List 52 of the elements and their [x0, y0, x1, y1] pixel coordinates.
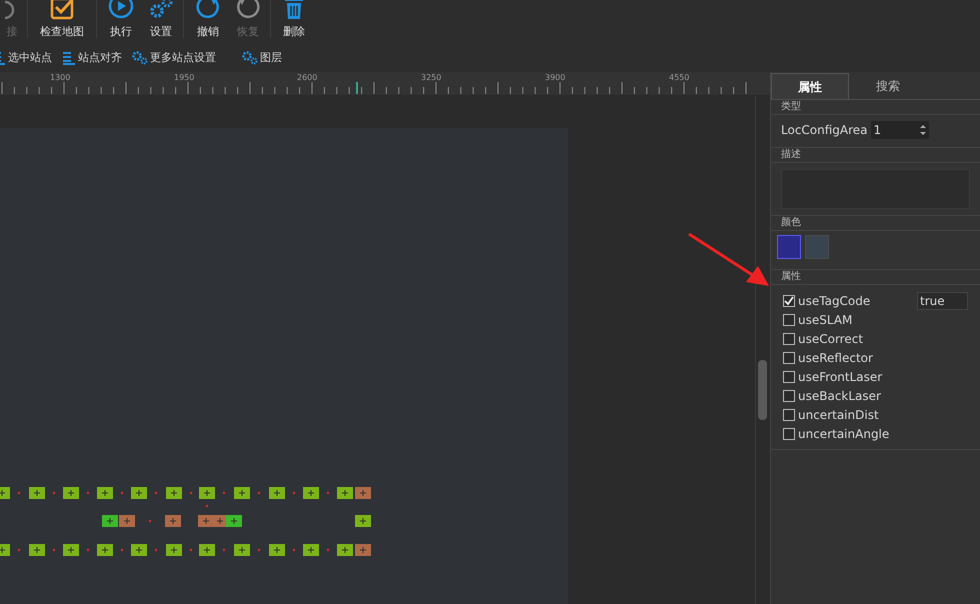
ruler-label: 3250 [421, 72, 442, 84]
checkbox-icon [49, 0, 75, 20]
toolbar-button[interactable]: 图层 [242, 50, 282, 66]
property-label: useSLAM [798, 312, 854, 328]
check-icon [784, 296, 794, 306]
ruler-label: 3900 [545, 72, 566, 84]
play-icon [108, 0, 134, 20]
panel-tab[interactable]: 属性 [771, 73, 849, 99]
list-icon [62, 51, 76, 65]
property-label: uncertainDist [798, 406, 880, 424]
property-label: useBackLaser [798, 388, 882, 404]
section-header: 描述 [771, 147, 980, 163]
property-label: useTagCode [798, 292, 872, 310]
section-header: 属性 [771, 269, 980, 285]
ruler-label: 1300 [50, 72, 70, 84]
ruler-label: 1950 [174, 72, 194, 84]
toolbar-button[interactable]: 删除 [274, 0, 314, 38]
gears-icon [132, 51, 148, 65]
undo-icon [195, 0, 221, 20]
toolbar-button[interactable]: 选中站点 [0, 50, 52, 66]
gears-icon [148, 0, 174, 20]
toolbar-button[interactable]: 更多站点设置 [132, 50, 216, 66]
ruler-label: 4550 [669, 72, 690, 84]
value-field[interactable]: true [917, 292, 968, 310]
property-label: uncertainAngle [798, 426, 890, 442]
property-checkbox[interactable] [783, 390, 795, 402]
property-label: useReflector [798, 350, 874, 366]
section-header: 颜色 [771, 215, 980, 231]
toolbar-button[interactable]: 站点对齐 [62, 50, 122, 66]
property-checkbox[interactable] [783, 314, 795, 326]
section-header: 类型 [771, 100, 980, 115]
type-label: LocConfigArea [781, 122, 868, 139]
toolbar-button[interactable]: 执行 [100, 0, 142, 38]
toolbar-button[interactable]: 撤销 [187, 0, 229, 38]
ruler-label: 2600 [297, 72, 318, 84]
property-checkbox[interactable] [783, 352, 795, 364]
property-checkbox[interactable] [783, 428, 795, 440]
panel-tab[interactable]: 搜索 [849, 73, 927, 99]
toolbar-button[interactable]: 设置 [142, 0, 180, 38]
property-checkbox[interactable] [783, 370, 795, 382]
spinner-field[interactable]: 1 [870, 121, 929, 139]
property-label: useCorrect [798, 330, 864, 348]
color-swatch[interactable] [777, 235, 801, 259]
gears-icon [242, 51, 258, 65]
property-label: useFrontLaser [798, 368, 884, 386]
spinner-arrows-icon[interactable] [920, 124, 926, 136]
toolbar-button[interactable]: 检查地图 [31, 0, 93, 38]
property-checkbox[interactable] [783, 332, 795, 344]
property-checkbox[interactable] [783, 294, 795, 306]
redo-icon [235, 0, 261, 20]
color-swatch[interactable] [805, 235, 829, 259]
property-checkbox[interactable] [783, 408, 795, 420]
